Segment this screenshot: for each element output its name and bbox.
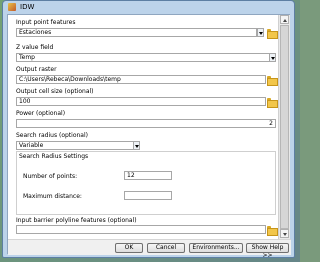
input-point-features-field[interactable]: Estaciones [16, 28, 257, 37]
input-barrier-label: Input barrier polyline features (optiona… [16, 217, 137, 224]
chevron-down-icon[interactable] [269, 53, 276, 62]
search-radius-select[interactable]: Variable [16, 141, 134, 150]
z-value-field-label: Z value field [16, 44, 54, 51]
vertical-scrollbar[interactable] [278, 15, 290, 239]
dialog-body: Input point features Estaciones Z value … [7, 14, 291, 259]
parameters-panel: Input point features Estaciones Z value … [8, 15, 278, 239]
input-barrier-field[interactable] [16, 225, 266, 234]
folder-icon[interactable] [267, 75, 278, 86]
scroll-down-icon[interactable] [280, 229, 289, 238]
scroll-up-icon[interactable] [280, 15, 289, 24]
search-radius-label: Search radius (optional) [16, 132, 88, 139]
chevron-down-icon[interactable] [257, 28, 264, 37]
scroll-thumb[interactable] [280, 25, 289, 229]
show-help-button[interactable]: Show Help >> [246, 243, 289, 259]
chevron-down-icon[interactable] [133, 141, 140, 150]
folder-icon[interactable] [267, 28, 278, 39]
power-label: Power (optional) [16, 110, 66, 117]
tool-icon [8, 3, 16, 11]
number-of-points-label: Number of points: [23, 173, 78, 180]
output-cell-size-field[interactable]: 100 [16, 97, 266, 106]
title-bar: IDW [3, 1, 294, 13]
input-point-features-label: Input point features [16, 19, 76, 26]
folder-icon[interactable] [267, 97, 278, 108]
ok-button[interactable]: OK [115, 243, 143, 253]
maximum-distance-field[interactable] [124, 191, 172, 200]
folder-icon[interactable] [267, 225, 278, 236]
maximum-distance-label: Maximum distance: [23, 193, 82, 200]
output-raster-field[interactable]: C:\Users\Rebeca\Downloads\temp [16, 75, 266, 84]
search-radius-settings-group: Search Radius Settings Number of points:… [16, 151, 276, 215]
output-cell-size-label: Output cell size (optional) [16, 88, 94, 95]
search-radius-settings-title: Search Radius Settings [19, 153, 89, 160]
output-raster-label: Output raster [16, 66, 57, 73]
power-field[interactable]: 2 [16, 119, 276, 128]
window-title: IDW [20, 3, 35, 11]
z-value-field-select[interactable]: Temp [16, 53, 270, 62]
cancel-button[interactable]: Cancel [147, 243, 185, 253]
number-of-points-field[interactable]: 12 [124, 171, 172, 180]
idw-dialog: IDW Input point features Estaciones Z va… [2, 0, 295, 259]
environments-button[interactable]: Environments... [189, 243, 243, 253]
button-bar: OK Cancel Environments... Show Help >> [8, 239, 291, 259]
